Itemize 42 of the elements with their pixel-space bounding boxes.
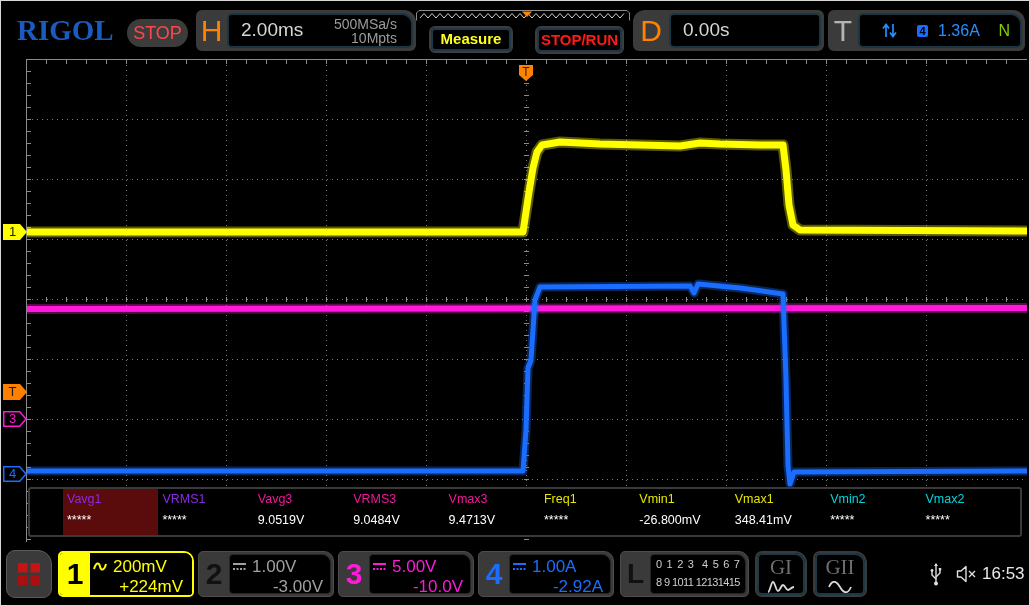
channel-scale: 5.00V <box>392 556 437 576</box>
horizontal-letter: H <box>199 15 224 46</box>
channel-tab[interactable]: 3 5.00V -10.0V <box>338 550 474 597</box>
timebase-value: 2.00ms <box>241 18 304 43</box>
channel-offset: -10.0V <box>412 576 463 596</box>
channel-tab[interactable]: 1 200mV +224mV <box>58 550 194 597</box>
delay-letter: D <box>639 15 663 46</box>
trigger-source: 4 <box>917 24 928 37</box>
channel-offset: +224mV <box>119 576 183 595</box>
sample-rate: 500MSa/s <box>333 16 397 31</box>
sweep-mode: N <box>998 20 1010 41</box>
menu-button[interactable] <box>6 549 52 598</box>
level-marker: 3 <box>3 411 27 427</box>
generator-button[interactable]: GI <box>755 550 807 597</box>
delay-value: 0.00s <box>683 18 730 43</box>
trigger-panel[interactable]: T 4 1.36A N <box>828 10 1025 51</box>
channel-scale: 1.00A <box>532 556 577 576</box>
memory-depth: 10Mpts <box>351 30 397 45</box>
delay-panel[interactable]: D 0.00s <box>633 10 824 51</box>
channel-tab[interactable]: 4 1.00A -2.92A <box>478 550 614 597</box>
waveform-icon <box>767 579 795 593</box>
channel-offset: -3.00V <box>272 576 323 596</box>
level-marker: 1 <box>3 224 27 240</box>
stop-run-button[interactable]: STOP/RUN <box>535 26 624 54</box>
level-marker: T <box>3 384 27 400</box>
channel-offset: -2.92A <box>552 576 603 596</box>
sine-wave-icon <box>828 580 852 593</box>
grid-icon <box>18 562 40 585</box>
level-marker: 4 <box>3 466 27 482</box>
trigger-level: 1.36A <box>938 20 980 41</box>
run-state-indicator: STOP <box>127 19 188 47</box>
usb-icon <box>930 561 942 586</box>
generator-button[interactable]: GII <box>813 550 867 597</box>
channel-scale: 200mV <box>113 556 167 576</box>
logo: RIGOL <box>17 16 115 45</box>
trigger-letter: T <box>832 15 854 46</box>
measure-button[interactable]: Measure <box>429 26 513 53</box>
horizontal-panel[interactable]: H 2.00ms 500MSa/s 10Mpts <box>196 10 416 51</box>
clock-time: 16:53 <box>982 562 1025 585</box>
logic-channel-numbers: 8 9 1011 12131415 <box>656 576 741 589</box>
logic-channel-numbers: 0 1 2 3 4 5 6 7 <box>656 558 742 571</box>
channel-scale: 1.00V <box>252 556 297 576</box>
